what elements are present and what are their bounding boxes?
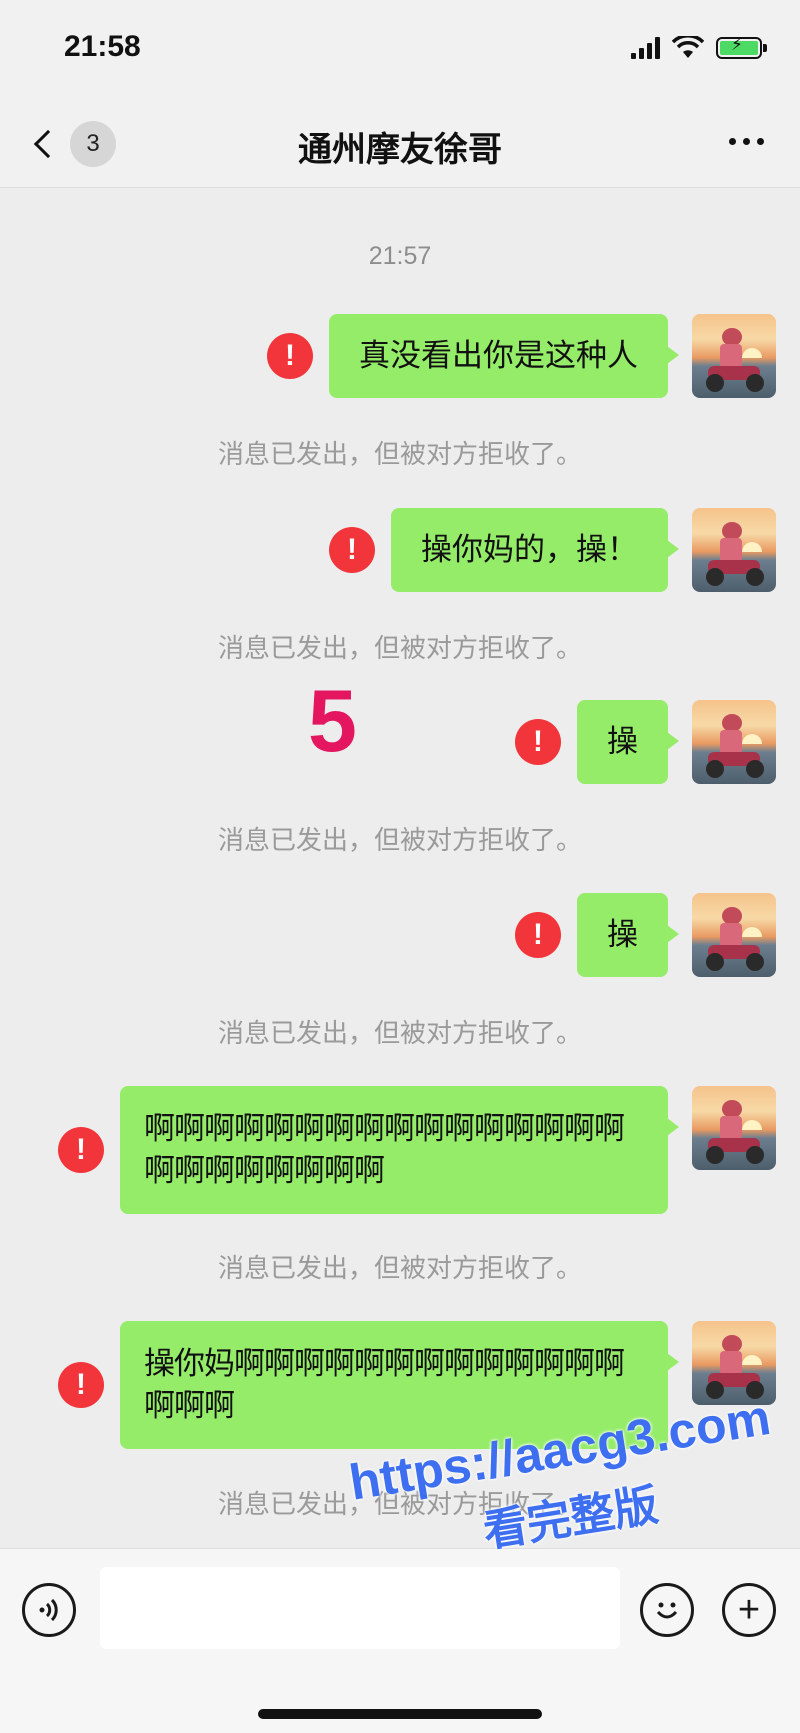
voice-wave-icon — [39, 1598, 58, 1622]
status-icons: ⚡ — [631, 36, 767, 60]
home-indicator[interactable] — [258, 1709, 542, 1719]
battery-charging-icon: ⚡ — [716, 37, 767, 59]
error-icon[interactable]: ! — [58, 1362, 104, 1408]
avatar[interactable] — [692, 700, 776, 784]
avatar[interactable] — [692, 1086, 776, 1170]
chat-area[interactable]: 21:57 ! 真没看出你是这种人 消息已发出，但被对方拒收了。 ! 操你妈的，… — [0, 188, 800, 1548]
rejected-note: 消息已发出，但被对方拒收了。 — [217, 440, 582, 470]
message-bubble[interactable]: 操 — [577, 893, 679, 977]
wifi-icon — [672, 36, 704, 58]
error-icon[interactable]: ! — [515, 912, 561, 958]
error-icon[interactable]: ! — [267, 333, 313, 379]
nav-bar: 3 通州摩友徐哥 — [0, 100, 800, 188]
status-time: 21:58 — [64, 30, 141, 63]
message-bubble[interactable]: 操 — [577, 700, 679, 784]
rejected-note: 消息已发出，但被对方拒收了。 — [217, 1254, 582, 1284]
message-bubble[interactable]: 操你妈的，操！ — [391, 508, 679, 592]
sent-message: ! 操 — [515, 700, 776, 784]
rejected-note: 消息已发出，但被对方拒收了。 — [217, 826, 582, 856]
chat-timestamp: 21:57 — [368, 242, 432, 270]
more-icon[interactable] — [729, 138, 764, 145]
sent-message: ! 操你妈的，操！ — [329, 508, 776, 592]
error-icon[interactable]: ! — [329, 527, 375, 573]
sent-message: ! 啊啊啊啊啊啊啊啊啊啊啊啊啊啊啊啊啊啊啊啊啊啊啊啊 — [58, 1086, 776, 1214]
error-icon[interactable]: ! — [58, 1127, 104, 1173]
chat-title: 通州摩友徐哥 — [298, 130, 502, 170]
sent-message: ! 真没看出你是这种人 — [267, 314, 776, 398]
rejected-note: 消息已发出，但被对方拒收了。 — [217, 634, 582, 664]
signal-icon — [631, 37, 660, 59]
error-icon[interactable]: ! — [515, 719, 561, 765]
avatar[interactable] — [692, 508, 776, 592]
status-bar: 21:58 ⚡ — [0, 0, 800, 100]
back-chevron-icon — [33, 129, 63, 159]
sent-message: ! 操 — [515, 893, 776, 977]
voice-icon[interactable] — [22, 1583, 76, 1637]
avatar[interactable] — [692, 893, 776, 977]
message-bubble[interactable]: 真没看出你是这种人 — [329, 314, 679, 398]
overlay-number: 5 — [308, 671, 357, 770]
rejected-note: 消息已发出，但被对方拒收了。 — [217, 1019, 582, 1049]
back-button[interactable]: 3 — [28, 118, 118, 170]
avatar[interactable] — [692, 314, 776, 398]
unread-badge: 3 — [70, 121, 116, 167]
message-bubble[interactable]: 啊啊啊啊啊啊啊啊啊啊啊啊啊啊啊啊啊啊啊啊啊啊啊啊 — [120, 1086, 679, 1214]
